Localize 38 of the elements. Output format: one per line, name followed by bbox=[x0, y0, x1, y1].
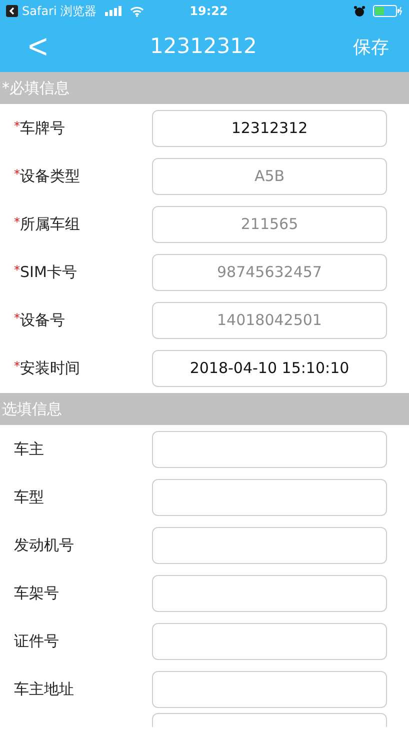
field-label: 车架号 bbox=[13, 582, 60, 604]
field-label: *设备号 bbox=[13, 310, 66, 331]
required-mark: * bbox=[14, 358, 20, 373]
section-header: *必填信息 bbox=[0, 72, 409, 104]
input-field[interactable] bbox=[152, 574, 387, 612]
required-mark: * bbox=[14, 166, 20, 181]
field-label: *安装时间 bbox=[13, 358, 81, 379]
back-app-label[interactable]: Safari 浏览器 bbox=[22, 2, 97, 20]
field-label: *设备类型 bbox=[13, 166, 81, 187]
field-label: 车主地址 bbox=[13, 678, 75, 700]
input-field[interactable] bbox=[152, 478, 387, 516]
status-time: 19:22 bbox=[190, 3, 228, 20]
field-label: *SIM卡号 bbox=[13, 262, 78, 283]
input-field[interactable]: 12312312 bbox=[152, 110, 387, 146]
field-label: 证件号 bbox=[13, 630, 60, 652]
back-icon[interactable] bbox=[6, 5, 18, 17]
field-label: 发动机号 bbox=[13, 534, 75, 556]
input-field[interactable]: 2018-04-10 15:10:10 bbox=[152, 350, 387, 386]
wifi-icon bbox=[130, 6, 144, 16]
alarm-icon bbox=[354, 6, 365, 16]
required-mark: * bbox=[14, 118, 20, 133]
required-mark: * bbox=[14, 310, 20, 325]
input-field[interactable] bbox=[152, 430, 387, 468]
field-label: *车牌号 bbox=[13, 118, 66, 139]
required-mark: * bbox=[14, 214, 20, 229]
field-label: 车型 bbox=[13, 486, 45, 508]
field-label: *所属车组 bbox=[13, 214, 81, 235]
input-field[interactable] bbox=[152, 670, 387, 708]
signal-icon bbox=[104, 6, 122, 16]
battery-icon bbox=[373, 5, 403, 17]
input-field[interactable] bbox=[152, 526, 387, 564]
field-label: 车主 bbox=[13, 438, 45, 460]
input-field[interactable] bbox=[152, 622, 387, 660]
back-button[interactable]: < bbox=[22, 30, 54, 64]
section-header: 选填信息 bbox=[0, 393, 409, 425]
page-title: 12312312 bbox=[150, 33, 257, 60]
save-button[interactable]: 保存 bbox=[353, 34, 389, 60]
required-mark: * bbox=[14, 262, 20, 277]
